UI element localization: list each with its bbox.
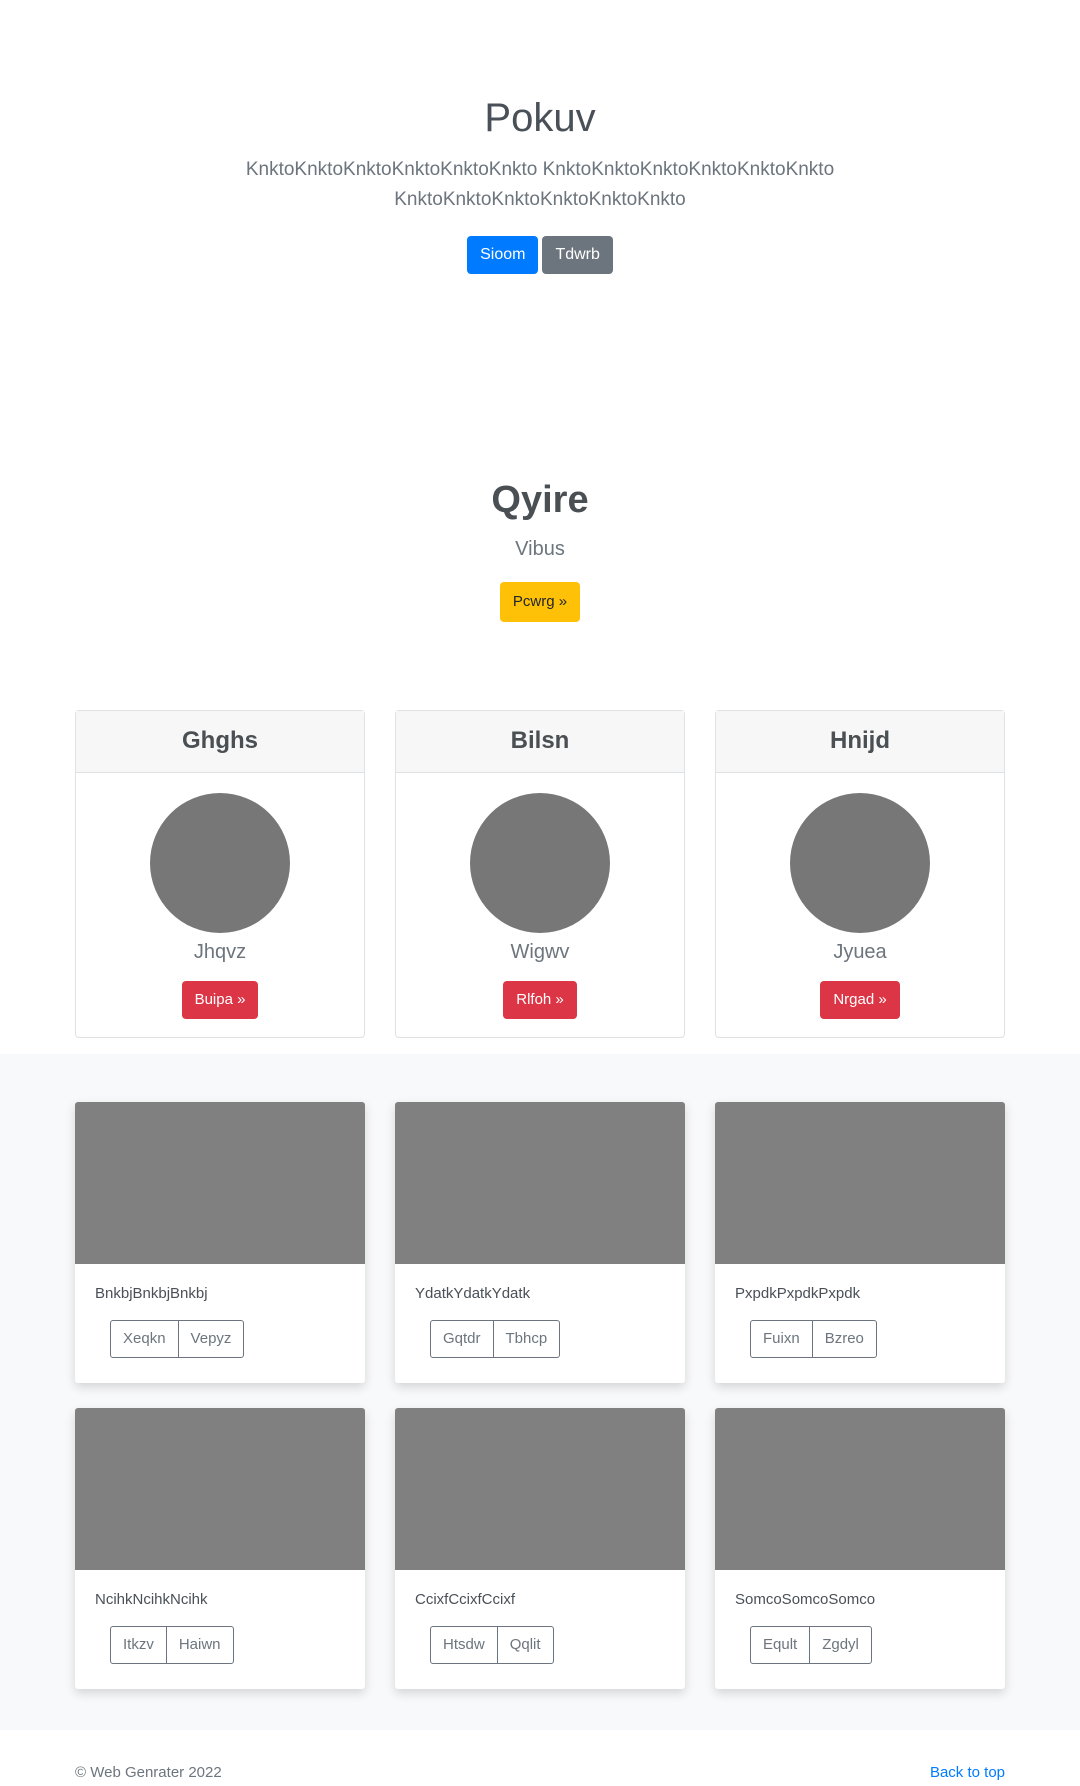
hero-section: Pokuv KnktoKnktoKnktoKnktoKnktoKnkto Knk… <box>0 0 1080 420</box>
album-card: SomcoSomcoSomco Eqult Zgdyl <box>715 1408 1005 1689</box>
card-button-group: Gqtdr Tbhcp <box>430 1320 561 1358</box>
card-button-group: Htsdw Qqlit <box>430 1626 554 1664</box>
profile-card-header: Bilsn <box>396 711 684 773</box>
hero-secondary-button[interactable]: Tdwrb <box>542 236 613 274</box>
profile-cards: Ghghs Jhqvz Buipa » Bilsn Wigwv Rlfoh » … <box>75 710 1005 1038</box>
card-button-2[interactable]: Vepyz <box>177 1320 245 1358</box>
feature-subtitle: Vibus <box>515 538 565 560</box>
hero-primary-button[interactable]: Sioom <box>467 236 539 274</box>
card-text: YdatkYdatkYdatk <box>415 1285 531 1302</box>
card-image-placeholder <box>715 1102 1005 1264</box>
profile-button[interactable]: Nrgad » <box>820 981 900 1019</box>
feature-button[interactable]: Pcwrg » <box>499 582 581 622</box>
profile-name: Wigwv <box>510 941 570 963</box>
profile-button[interactable]: Rlfoh » <box>503 981 577 1019</box>
hero-title: Pokuv <box>484 96 596 140</box>
card-button-1[interactable]: Xeqkn <box>110 1320 179 1358</box>
album-grid: BnkbjBnkbjBnkbj Xeqkn Vepyz YdatkYdatkYd… <box>75 1102 1005 1689</box>
card-body: CcixfCcixfCcixf Htsdw Qqlit <box>395 1570 685 1664</box>
feature-section: Qyire Vibus Pcwrg » <box>0 470 1080 622</box>
card-button-2[interactable]: Tbhcp <box>492 1320 561 1358</box>
card-body: PxpdkPxpdkPxpdk Fuixn Bzreo <box>715 1264 1005 1358</box>
feature-title: Qyire <box>491 479 589 521</box>
card-body: BnkbjBnkbjBnkbj Xeqkn Vepyz <box>75 1264 365 1358</box>
hero-lead-text: KnktoKnktoKnktoKnktoKnktoKnkto KnktoKnkt… <box>245 159 835 210</box>
card-button-1[interactable]: Fuixn <box>750 1320 813 1358</box>
album-section: BnkbjBnkbjBnkbj Xeqkn Vepyz YdatkYdatkYd… <box>0 1054 1080 1730</box>
album-card: BnkbjBnkbjBnkbj Xeqkn Vepyz <box>75 1102 365 1383</box>
card-text: BnkbjBnkbjBnkbj <box>95 1285 208 1302</box>
footer: © Web Genrater 2022 Back to top <box>75 1760 1005 1784</box>
card-image-placeholder <box>395 1102 685 1264</box>
profile-card-header: Ghghs <box>76 711 364 773</box>
card-body: SomcoSomcoSomco Eqult Zgdyl <box>715 1570 1005 1664</box>
card-body: NcihkNcihkNcihk Itkzv Haiwn <box>75 1570 365 1664</box>
card-button-1[interactable]: Gqtdr <box>430 1320 494 1358</box>
card-button-group: Fuixn Bzreo <box>750 1320 877 1358</box>
album-card: PxpdkPxpdkPxpdk Fuixn Bzreo <box>715 1102 1005 1383</box>
card-button-group: Itkzv Haiwn <box>110 1626 234 1664</box>
copyright-text: © Web Genrater 2022 <box>75 1763 222 1781</box>
back-to-top-link[interactable]: Back to top <box>930 1764 1005 1781</box>
avatar <box>790 793 930 933</box>
profile-card: Bilsn Wigwv Rlfoh » <box>395 710 685 1038</box>
profile-name: Jyuea <box>833 941 887 963</box>
card-text: PxpdkPxpdkPxpdk <box>735 1285 861 1302</box>
card-button-2[interactable]: Zgdyl <box>809 1626 872 1664</box>
card-button-group: Eqult Zgdyl <box>750 1626 872 1664</box>
album-card: NcihkNcihkNcihk Itkzv Haiwn <box>75 1408 365 1689</box>
avatar <box>150 793 290 933</box>
card-button-2[interactable]: Haiwn <box>165 1626 234 1664</box>
profile-button[interactable]: Buipa » <box>181 981 259 1019</box>
profile-card-header: Hnijd <box>716 711 1004 773</box>
card-text: NcihkNcihkNcihk <box>95 1591 208 1608</box>
card-button-1[interactable]: Htsdw <box>430 1626 498 1664</box>
card-button-1[interactable]: Eqult <box>750 1626 811 1664</box>
card-button-2[interactable]: Qqlit <box>496 1626 554 1664</box>
album-card: CcixfCcixfCcixf Htsdw Qqlit <box>395 1408 685 1689</box>
card-image-placeholder <box>715 1408 1005 1570</box>
hero-actions: Sioom Tdwrb <box>0 236 1080 274</box>
card-image-placeholder <box>395 1408 685 1570</box>
card-button-2[interactable]: Bzreo <box>811 1320 877 1358</box>
card-body: YdatkYdatkYdatk Gqtdr Tbhcp <box>395 1264 685 1358</box>
card-button-1[interactable]: Itkzv <box>110 1626 167 1664</box>
card-image-placeholder <box>75 1408 365 1570</box>
card-text: CcixfCcixfCcixf <box>415 1591 515 1608</box>
profile-name: Jhqvz <box>193 941 247 963</box>
album-card: YdatkYdatkYdatk Gqtdr Tbhcp <box>395 1102 685 1383</box>
card-text: SomcoSomcoSomco <box>735 1591 876 1608</box>
avatar <box>470 793 610 933</box>
card-button-group: Xeqkn Vepyz <box>110 1320 245 1358</box>
profile-card: Hnijd Jyuea Nrgad » <box>715 710 1005 1038</box>
profile-card: Ghghs Jhqvz Buipa » <box>75 710 365 1038</box>
card-image-placeholder <box>75 1102 365 1264</box>
